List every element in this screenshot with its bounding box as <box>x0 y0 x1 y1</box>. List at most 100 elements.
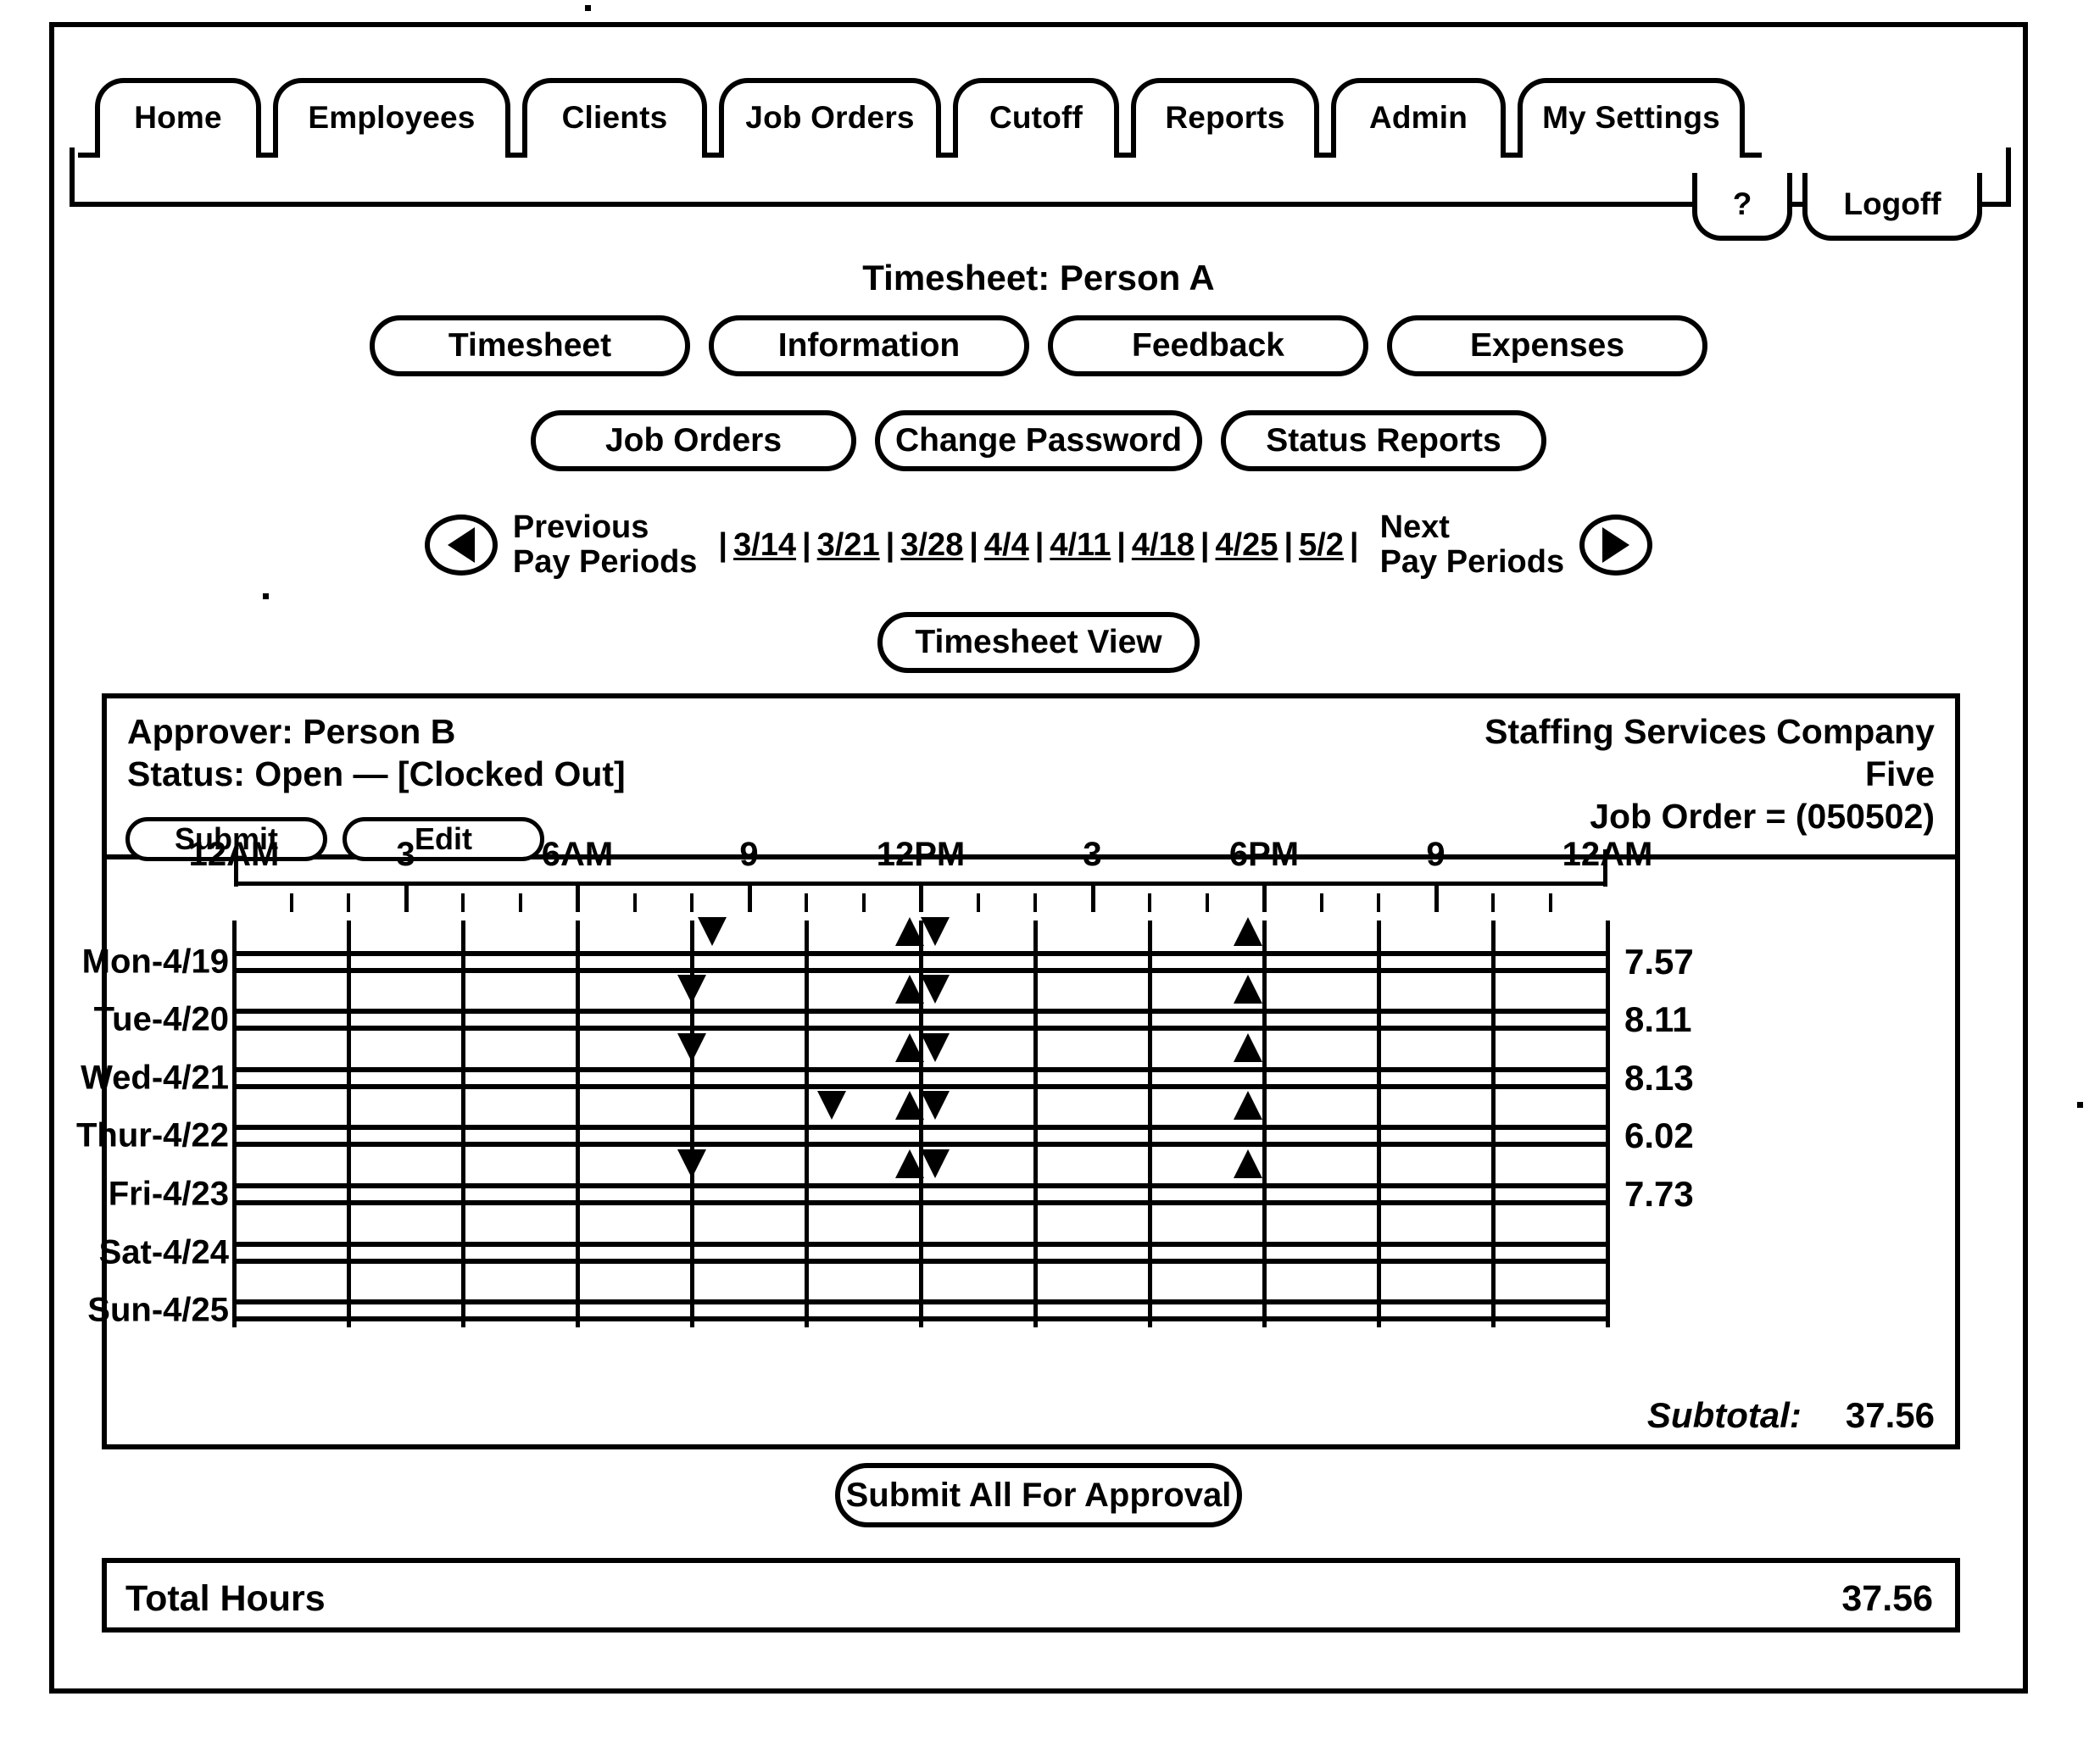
clock-in-down-arrow-icon <box>920 1149 950 1178</box>
chart-day-row[interactable] <box>234 916 1607 973</box>
axis-tick-label: 12AM <box>188 836 280 873</box>
button-feedback[interactable]: Feedback <box>1048 315 1368 376</box>
approver-text: Approver: Person B <box>127 712 456 751</box>
axis-minor-tick <box>690 893 694 912</box>
pay-period-link-3-14[interactable]: 3/14 <box>733 527 796 564</box>
chart-day-row[interactable] <box>234 1241 1607 1264</box>
previous-pay-periods-button[interactable] <box>424 515 498 576</box>
chart-day-row[interactable] <box>234 975 1607 1032</box>
clock-in-down-arrow-icon <box>920 975 950 1004</box>
clock-in-down-arrow-icon <box>920 916 950 946</box>
tab-label: Home <box>134 100 222 135</box>
company-name-line1: Staffing Services Company <box>1484 712 1935 751</box>
tab-label: Employees <box>308 100 476 135</box>
chart-grid-line <box>1606 921 1610 1327</box>
next-pay-periods-label-line2: Pay Periods <box>1379 544 1565 581</box>
chart-day-label: Sat-4/24 <box>98 1233 229 1271</box>
clock-out-up-arrow-icon <box>894 1032 924 1062</box>
button-change-password[interactable]: Change Password <box>875 410 1202 471</box>
logoff-button[interactable]: Logoff <box>1802 173 1982 241</box>
help-button[interactable]: ? <box>1692 173 1792 241</box>
worked-time-segment[interactable] <box>692 1182 910 1205</box>
pay-period-link-3-21[interactable]: 3/21 <box>817 527 880 564</box>
worked-time-segment[interactable] <box>934 950 1249 973</box>
axis-tick-label: 3 <box>396 836 415 873</box>
chart-grid-line <box>1262 921 1267 1327</box>
next-pay-periods-button[interactable] <box>1579 515 1653 576</box>
tab-admin[interactable]: Admin <box>1314 78 1523 158</box>
chart-day-row[interactable] <box>234 1091 1607 1148</box>
pay-period-separator: | <box>1284 526 1294 563</box>
button-expenses[interactable]: Expenses <box>1387 315 1707 376</box>
axis-major-tick <box>747 882 752 912</box>
chart-day-row[interactable] <box>234 1149 1607 1205</box>
company-name-line2: Five <box>1864 754 1935 794</box>
worked-time-segment[interactable] <box>934 1182 1249 1205</box>
pay-period-link-4-4[interactable]: 4/4 <box>984 527 1029 564</box>
chart-day-row[interactable] <box>234 1299 1607 1322</box>
pay-period-separator: | <box>718 526 728 563</box>
axis-minor-tick <box>1491 893 1495 912</box>
clock-in-down-arrow-icon <box>677 975 706 1004</box>
pay-period-separator: | <box>1200 526 1210 563</box>
worked-time-segment[interactable] <box>692 1009 910 1032</box>
edit-button[interactable]: Edit <box>343 817 544 861</box>
pay-period-link-list: | 3/14 | 3/21 | 3/28 | 4/4 | 4/11 | 4/18 | 4/25 | 5/2 | <box>712 527 1364 564</box>
tab-clients[interactable]: Clients <box>505 78 724 158</box>
pay-period-separator: | <box>885 526 895 563</box>
pay-period-separator: | <box>1117 526 1126 563</box>
timesheet-panel: Approver: Person B Status: Open — [Clock… <box>76 693 1960 1449</box>
worked-time-segment[interactable] <box>832 1125 910 1148</box>
axis-minor-tick <box>289 893 293 912</box>
button-timesheet-view[interactable]: Timesheet View <box>877 612 1200 673</box>
chart-day-row[interactable] <box>234 1032 1607 1089</box>
axis-minor-tick <box>1205 893 1209 912</box>
pay-period-link-3-28[interactable]: 3/28 <box>900 527 963 564</box>
axis-minor-tick <box>1319 893 1323 912</box>
previous-pay-periods-label-line2: Pay Periods <box>512 544 698 581</box>
tab-employees[interactable]: Employees <box>256 78 527 158</box>
day-row-bottom-rule <box>234 1026 1607 1032</box>
worked-time-segment[interactable] <box>711 950 910 973</box>
chart-grid-line <box>576 921 580 1327</box>
button-timesheet[interactable]: Timesheet <box>370 315 690 376</box>
day-row-top-rule <box>234 1241 1607 1247</box>
chart-grid-line <box>1033 921 1038 1327</box>
axis-tick-label: 3 <box>1083 836 1102 873</box>
pay-period-link-4-18[interactable]: 4/18 <box>1132 527 1195 564</box>
previous-pay-periods-label-line1: Previous <box>512 509 649 545</box>
pay-period-link-4-11[interactable]: 4/11 <box>1050 527 1111 564</box>
button-status-reports[interactable]: Status Reports <box>1221 410 1546 471</box>
axis-minor-tick <box>1033 893 1037 912</box>
axis-minor-tick <box>1148 893 1151 912</box>
tab-label: My Settings <box>1542 100 1720 135</box>
tab-cutoff[interactable]: Cutoff <box>936 78 1136 158</box>
day-row-top-rule <box>234 950 1607 956</box>
tab-home[interactable]: Home <box>78 78 278 158</box>
worked-time-segment[interactable] <box>934 1066 1249 1089</box>
axis-tick-label: 12AM <box>1562 836 1653 873</box>
total-hours-label: Total Hours <box>125 1578 326 1619</box>
button-information[interactable]: Information <box>709 315 1029 376</box>
submit-all-for-approval-button[interactable]: Submit All For Approval <box>835 1463 1242 1527</box>
total-hours-bar: Total Hours 37.56 <box>102 1558 1960 1633</box>
chart-grid-line <box>1491 921 1496 1327</box>
pay-period-link-4-25[interactable]: 4/25 <box>1215 527 1278 564</box>
axis-minor-tick <box>1548 893 1552 912</box>
chart-day-label: Tue-4/20 <box>93 1000 229 1038</box>
clock-out-up-arrow-icon <box>1234 1149 1263 1178</box>
pay-period-link-5-2[interactable]: 5/2 <box>1299 527 1344 564</box>
tab-my-settings[interactable]: My Settings <box>1501 78 1762 158</box>
worked-time-segment[interactable] <box>692 1066 910 1089</box>
subtotal-label: Subtotal: <box>1646 1395 1802 1435</box>
worked-time-segment[interactable] <box>934 1009 1249 1032</box>
clock-out-up-arrow-icon <box>1234 975 1263 1004</box>
axis-major-tick <box>1434 882 1439 912</box>
timesheet-gantt-chart[interactable]: 12AM 3 6AM 9 12PM 3 6PM 9 12AM <box>189 836 1652 1339</box>
button-job-orders[interactable]: Job Orders <box>531 410 856 471</box>
next-pay-periods-label: Next Pay Periods <box>1379 509 1565 581</box>
tab-job-orders[interactable]: Job Orders <box>702 78 958 158</box>
day-hours-value: 8.11 <box>1624 999 1692 1040</box>
worked-time-segment[interactable] <box>934 1125 1249 1148</box>
tab-reports[interactable]: Reports <box>1114 78 1336 158</box>
